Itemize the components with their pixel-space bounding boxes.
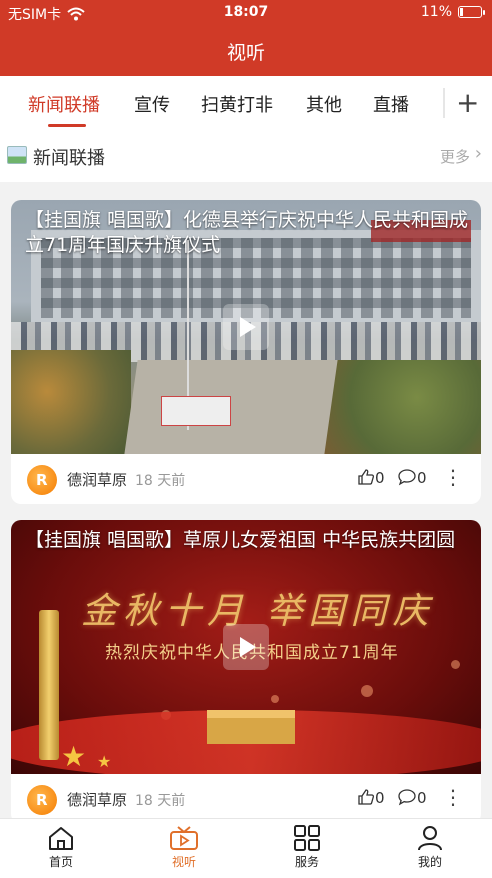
tabbar-me[interactable]: 我的 — [390, 825, 470, 870]
comment-button[interactable]: 0 — [397, 788, 427, 807]
bottom-tab-bar: 首页 视听 服务 我的 — [0, 818, 492, 878]
video-title: 【挂国旗 唱国歌】化德县举行庆祝中华人民共和国成立71周年国庆升旗仪式 — [25, 209, 469, 256]
publisher-logo — [27, 465, 57, 495]
thumb-up-icon — [358, 789, 375, 805]
author-name[interactable]: 德润草原 — [67, 469, 127, 490]
battery-percent: 11% — [420, 4, 452, 20]
category-tabs: 新闻联播 宣传 扫黄打非 其他 直播 + — [0, 76, 492, 130]
post-time: 18 天前 — [135, 793, 186, 809]
top-bar: 无SIM卡 18:07 11% 视听 — [0, 0, 492, 76]
comment-count: 0 — [417, 789, 427, 807]
home-icon — [49, 827, 73, 850]
post-time: 18 天前 — [135, 473, 186, 489]
play-icon[interactable] — [223, 304, 269, 350]
chevron-right-icon[interactable]: › — [475, 143, 482, 164]
tiananmen-gate — [207, 710, 295, 744]
more-options-icon[interactable]: ⋮ — [443, 785, 463, 809]
tabbar-services[interactable]: 服务 — [267, 825, 347, 870]
author-name[interactable]: 德润草原 — [67, 789, 127, 810]
clock: 18:07 — [223, 4, 269, 20]
tab-publicity[interactable]: 宣传 — [134, 91, 170, 117]
video-title: 【挂国旗 唱国歌】草原儿女爱祖国 中华民族共团圆 — [25, 529, 456, 551]
star-icon: ★ — [97, 752, 112, 771]
tabbar-home[interactable]: 首页 — [21, 825, 101, 870]
publisher-logo — [27, 785, 57, 815]
tabbar-media[interactable]: 视听 — [144, 825, 224, 870]
tabs-divider — [443, 88, 445, 118]
user-icon — [418, 826, 442, 851]
comment-count: 0 — [417, 469, 427, 487]
comment-icon — [398, 469, 416, 486]
battery-icon — [458, 6, 485, 18]
video-card[interactable]: 【挂国旗 唱国歌】化德县举行庆祝中华人民共和国成立71周年国庆升旗仪式 德润草原… — [11, 200, 481, 504]
star-icon: ★ — [61, 740, 87, 773]
like-count: 0 — [375, 469, 385, 487]
video-thumbnail[interactable]: 【挂国旗 唱国歌】化德县举行庆祝中华人民共和国成立71周年国庆升旗仪式 — [11, 200, 481, 454]
play-icon[interactable] — [223, 624, 269, 670]
thumb-up-icon — [358, 469, 375, 485]
status-bar: 无SIM卡 18:07 11% — [0, 0, 492, 26]
card-footer: 德润草原 18 天前 0 0 ⋮ — [11, 774, 481, 824]
huabiao-pillar — [39, 610, 59, 760]
tab-live[interactable]: 直播 — [373, 91, 409, 117]
more-options-icon[interactable]: ⋮ — [443, 465, 463, 489]
more-link[interactable]: 更多 — [440, 146, 470, 167]
active-tab-indicator — [48, 124, 86, 127]
comment-button[interactable]: 0 — [397, 468, 427, 487]
like-count: 0 — [375, 789, 385, 807]
image-icon — [7, 146, 27, 164]
video-card[interactable]: 金秋十月 举国同庆 热烈庆祝中华人民共和国成立71周年 ★ ★ 【挂国旗 唱国歌… — [11, 520, 481, 824]
video-thumbnail[interactable]: 金秋十月 举国同庆 热烈庆祝中华人民共和国成立71周年 ★ ★ 【挂国旗 唱国歌… — [11, 520, 481, 774]
card-footer: 德润草原 18 天前 0 0 ⋮ — [11, 454, 481, 504]
grid-icon — [294, 825, 320, 851]
like-button[interactable]: 0 — [357, 788, 385, 807]
comment-icon — [398, 789, 416, 806]
tv-icon — [170, 826, 198, 850]
section-title: 新闻联播 — [33, 148, 105, 169]
page-title: 视听 — [226, 42, 265, 64]
tab-news[interactable]: 新闻联播 — [28, 91, 100, 117]
like-button[interactable]: 0 — [357, 468, 385, 487]
add-tab-icon[interactable]: + — [456, 86, 479, 119]
tab-anti-porn[interactable]: 扫黄打非 — [201, 91, 273, 117]
tab-other[interactable]: 其他 — [306, 91, 342, 117]
section-header: 新闻联播 更多 › — [0, 130, 492, 182]
